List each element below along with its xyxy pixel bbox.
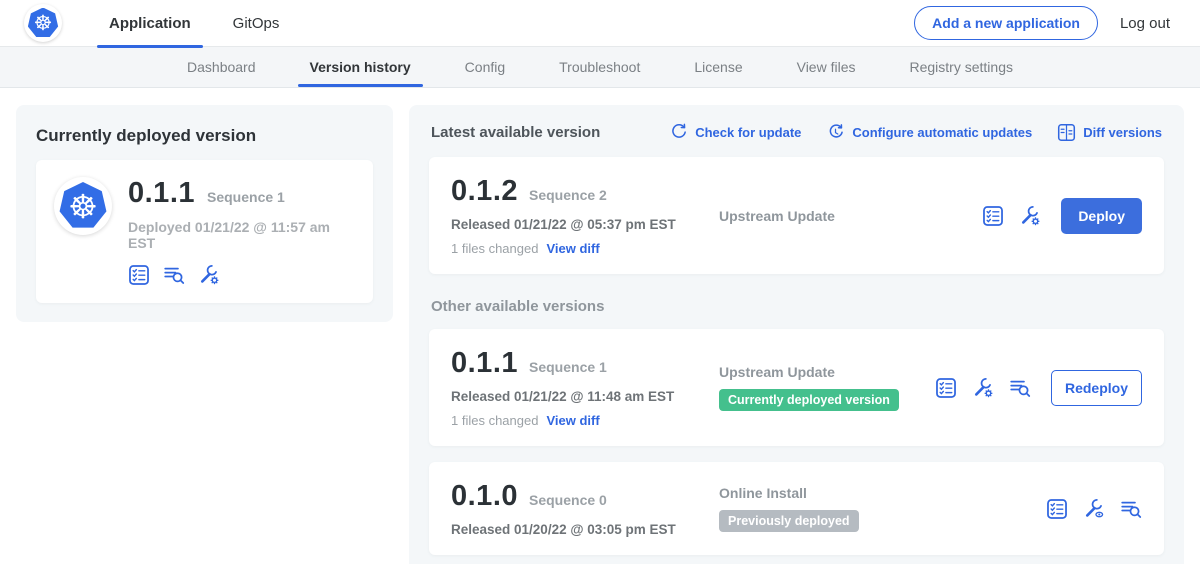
version-source-area: Online Install Previously deployed — [703, 485, 1046, 532]
version-card-0-1-1: 0.1.1 Sequence 1 Released 01/21/22 @ 11:… — [429, 329, 1164, 446]
preflight-checks-icon[interactable] — [935, 377, 957, 399]
subnav-registry-settings[interactable]: Registry settings — [883, 47, 1040, 87]
deployed-timestamp: Deployed 01/21/22 @ 11:57 am EST — [128, 219, 355, 251]
version-sequence: Sequence 1 — [529, 359, 607, 375]
subnav-troubleshoot[interactable]: Troubleshoot — [532, 47, 667, 87]
diff-versions-link[interactable]: Diff versions — [1057, 123, 1162, 142]
version-number: 0.1.0 — [451, 480, 518, 513]
tab-application[interactable]: Application — [88, 0, 212, 47]
files-changed-label: 1 files changed — [451, 241, 538, 256]
version-sequence: Sequence 0 — [529, 492, 607, 508]
auto-update-icon — [826, 123, 845, 142]
subnav-view-files-label: View files — [797, 59, 856, 75]
version-source: Upstream Update — [719, 364, 935, 380]
other-versions-title: Other available versions — [431, 298, 1162, 315]
preflight-checks-icon[interactable] — [128, 264, 150, 286]
version-number: 0.1.2 — [451, 175, 518, 208]
subnav-config-label: Config — [465, 59, 505, 75]
add-application-button[interactable]: Add a new application — [914, 6, 1098, 40]
view-config-icon[interactable] — [1083, 498, 1105, 520]
version-source-area: Upstream Update Currently deployed versi… — [703, 364, 935, 411]
edit-config-icon[interactable] — [972, 377, 994, 399]
card-gap — [429, 446, 1164, 462]
version-card-0-1-0: 0.1.0 Sequence 0 Released 01/20/22 @ 03:… — [429, 462, 1164, 555]
version-actions: Check for update Configure automatic upd… — [669, 123, 1162, 142]
subnav-version-history[interactable]: Version history — [283, 47, 438, 87]
files-changed-label: 1 files changed — [451, 413, 538, 428]
view-diff-link[interactable]: View diff — [546, 413, 599, 428]
diff-versions-icon — [1057, 123, 1076, 142]
logout-button[interactable]: Log out — [1120, 15, 1170, 32]
subnav-dashboard[interactable]: Dashboard — [160, 47, 283, 87]
version-card-0-1-2: 0.1.2 Sequence 2 Released 01/21/22 @ 05:… — [429, 157, 1164, 274]
preflight-checks-icon[interactable] — [1046, 498, 1068, 520]
version-actions-area: Redeploy — [935, 370, 1142, 406]
currently-deployed-panel: Currently deployed version ☸ 0.1.1 Seque… — [16, 105, 393, 322]
deployed-panel-title: Currently deployed version — [36, 126, 373, 146]
version-info: 0.1.2 Sequence 2 Released 01/21/22 @ 05:… — [451, 175, 703, 256]
released-timestamp: Released 01/21/22 @ 05:37 pm EST — [451, 217, 703, 232]
version-actions-area — [1046, 498, 1142, 520]
version-source: Upstream Update — [719, 208, 982, 224]
edit-config-icon[interactable] — [1019, 205, 1041, 227]
subnav-registry-settings-label: Registry settings — [910, 59, 1013, 75]
check-for-update-label: Check for update — [695, 125, 801, 140]
subnav-license[interactable]: License — [667, 47, 769, 87]
available-versions-header: Latest available version Check for updat… — [431, 123, 1162, 142]
released-timestamp: Released 01/21/22 @ 11:48 am EST — [451, 389, 703, 404]
version-source-area: Upstream Update — [703, 208, 982, 224]
tab-application-label: Application — [109, 15, 191, 32]
configure-automatic-updates-label: Configure automatic updates — [852, 125, 1032, 140]
deployed-version-card: ☸ 0.1.1 Sequence 1 Deployed 01/21/22 @ 1… — [36, 160, 373, 303]
currently-deployed-badge: Currently deployed version — [719, 389, 899, 411]
preflight-checks-icon[interactable] — [982, 205, 1004, 227]
redeploy-button[interactable]: Redeploy — [1051, 370, 1142, 406]
deployed-version-sequence: Sequence 1 — [207, 189, 285, 205]
released-timestamp: Released 01/20/22 @ 03:05 pm EST — [451, 522, 703, 537]
version-number: 0.1.1 — [451, 347, 518, 380]
version-actions-area: Deploy — [982, 198, 1142, 234]
configure-automatic-updates-link[interactable]: Configure automatic updates — [826, 123, 1032, 142]
tab-gitops[interactable]: GitOps — [212, 0, 301, 47]
check-for-update-link[interactable]: Check for update — [669, 123, 801, 142]
version-info: 0.1.0 Sequence 0 Released 01/20/22 @ 03:… — [451, 480, 703, 537]
subnav-version-history-label: Version history — [310, 59, 411, 75]
subnav-view-files[interactable]: View files — [770, 47, 883, 87]
available-versions-panel: Latest available version Check for updat… — [409, 105, 1184, 564]
deploy-button[interactable]: Deploy — [1061, 198, 1142, 234]
deploy-logs-icon[interactable] — [1009, 377, 1031, 399]
version-source: Online Install — [719, 485, 1046, 501]
version-info: 0.1.1 Sequence 1 Released 01/21/22 @ 11:… — [451, 347, 703, 428]
main-content: Currently deployed version ☸ 0.1.1 Seque… — [0, 88, 1200, 564]
latest-available-title: Latest available version — [431, 124, 600, 141]
subnav-dashboard-label: Dashboard — [187, 59, 256, 75]
top-nav-bar: ☸ Application GitOps Add a new applicati… — [0, 0, 1200, 47]
version-sequence: Sequence 2 — [529, 187, 607, 203]
subnav-troubleshoot-label: Troubleshoot — [559, 59, 640, 75]
diff-versions-label: Diff versions — [1083, 125, 1162, 140]
kubernetes-logo-icon: ☸ — [24, 4, 62, 42]
top-tabs: Application GitOps — [88, 0, 300, 47]
subnav-config[interactable]: Config — [438, 47, 532, 87]
refresh-icon — [669, 123, 688, 142]
tab-gitops-label: GitOps — [233, 15, 280, 32]
deployed-version-number: 0.1.1 — [128, 177, 195, 210]
deploy-logs-icon[interactable] — [163, 264, 185, 286]
app-sub-nav: Dashboard Version history Config Trouble… — [0, 47, 1200, 88]
subnav-license-label: License — [694, 59, 742, 75]
view-diff-link[interactable]: View diff — [546, 241, 599, 256]
edit-config-icon[interactable] — [198, 264, 220, 286]
deploy-logs-icon[interactable] — [1120, 498, 1142, 520]
deployed-version-info: 0.1.1 Sequence 1 Deployed 01/21/22 @ 11:… — [128, 177, 355, 286]
previously-deployed-badge: Previously deployed — [719, 510, 859, 532]
app-logo-icon: ☸ — [54, 177, 112, 235]
